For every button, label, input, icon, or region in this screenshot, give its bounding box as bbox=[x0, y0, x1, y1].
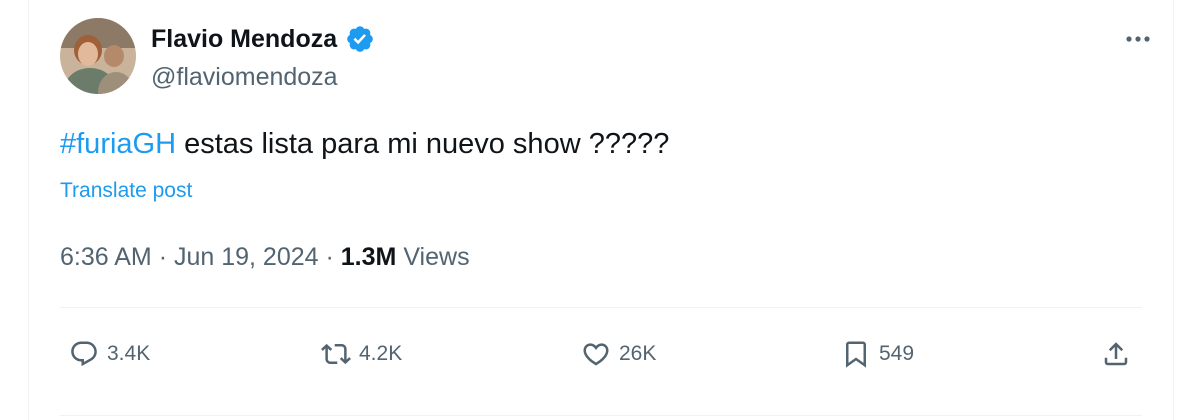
meta-separator: · bbox=[325, 243, 334, 271]
like-icon bbox=[583, 343, 609, 366]
post-date[interactable]: Jun 19, 2024 bbox=[174, 243, 319, 271]
author-name[interactable]: Flavio Mendoza bbox=[151, 25, 337, 54]
like-count: 26K bbox=[619, 342, 657, 365]
repost-button[interactable]: 4.2K bbox=[321, 334, 402, 374]
bookmark-button[interactable]: 549 bbox=[841, 334, 914, 374]
hashtag-link[interactable]: #furiaGH bbox=[60, 128, 176, 160]
post-body-text: estas lista para mi nuevo show ????? bbox=[184, 128, 670, 160]
divider bbox=[60, 415, 1142, 416]
share-button[interactable] bbox=[1101, 334, 1131, 374]
verified-badge-icon bbox=[345, 24, 375, 54]
reply-button[interactable]: 3.4K bbox=[69, 334, 150, 374]
author-name-row[interactable]: Flavio Mendoza bbox=[151, 24, 375, 54]
meta-separator: · bbox=[158, 243, 168, 271]
post-time[interactable]: 6:36 AM bbox=[60, 243, 152, 271]
post-text: #furiaGH estas lista para mi nuevo show … bbox=[60, 128, 669, 161]
repost-icon bbox=[321, 343, 351, 365]
post-meta: 6:36 AM · Jun 19, 2024 · 1.3M Views bbox=[60, 243, 470, 272]
divider bbox=[60, 307, 1142, 308]
translate-post-link[interactable]: Translate post bbox=[60, 179, 192, 203]
like-button[interactable]: 26K bbox=[581, 334, 656, 374]
bookmark-icon bbox=[846, 341, 866, 368]
repost-count: 4.2K bbox=[359, 342, 403, 365]
more-options-button[interactable] bbox=[1120, 24, 1156, 54]
bookmark-count: 549 bbox=[879, 342, 915, 365]
avatar-image bbox=[60, 18, 136, 94]
reply-icon bbox=[71, 341, 97, 367]
more-icon bbox=[1126, 36, 1150, 42]
views-label: Views bbox=[403, 243, 470, 271]
author-handle[interactable]: @flaviomendoza bbox=[151, 63, 338, 92]
avatar[interactable] bbox=[60, 18, 136, 94]
reply-count: 3.4K bbox=[107, 342, 151, 365]
share-icon bbox=[1104, 342, 1128, 366]
views-count: 1.3M bbox=[340, 243, 397, 271]
post-card: Flavio Mendoza @flaviomendoza #furiaGH e… bbox=[28, 0, 1174, 420]
